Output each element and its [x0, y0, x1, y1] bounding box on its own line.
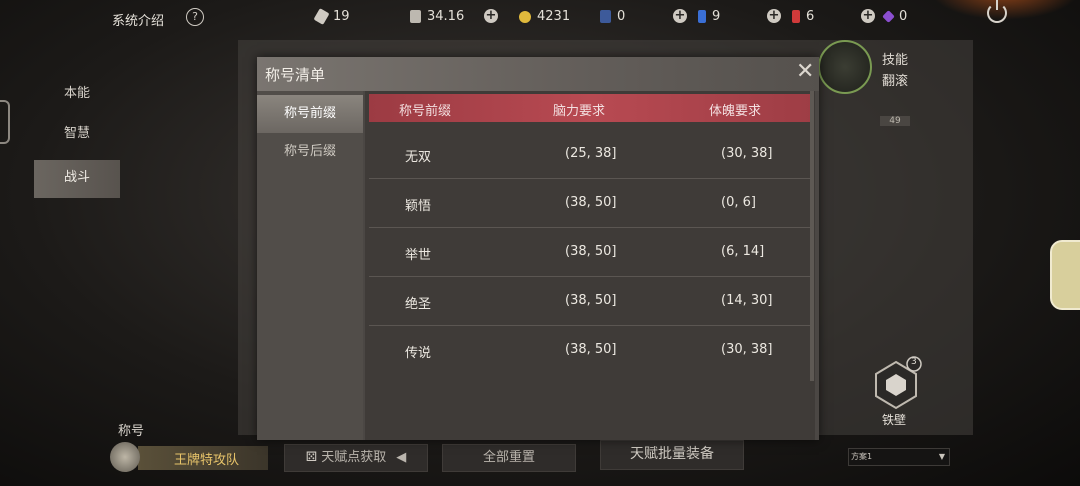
close-icon[interactable]: ✕ [796, 61, 814, 83]
card-icon [600, 10, 611, 23]
dialog-title: 称号清单 [265, 66, 326, 84]
gold-coin-icon [519, 10, 531, 23]
resource-card: 0 [600, 9, 625, 24]
title-crest-icon [110, 442, 140, 472]
add-ammo-button[interactable]: + [484, 9, 498, 23]
skill-info: 技能 翻滚 [882, 50, 908, 92]
title-name: 绝圣 [405, 297, 432, 312]
purple-crystal-icon [882, 10, 895, 23]
body-requirement: (6, 14] [721, 244, 765, 259]
nav-item-wisdom[interactable]: 智慧 [34, 120, 120, 156]
shield-hex-icon [875, 356, 922, 410]
shield-badge: 3 [911, 357, 917, 367]
scheme-select[interactable]: 方案1 [848, 448, 950, 466]
brain-requirement: (38, 50] [565, 342, 617, 357]
side-drawer-handle[interactable] [0, 100, 10, 144]
tab-prefix[interactable]: 称号前缀 [257, 95, 363, 133]
dice-icon: ⚄ [305, 450, 322, 465]
system-intro-label[interactable]: 系统介绍 [112, 10, 164, 29]
title-name: 传说 [405, 346, 432, 361]
red-potion-icon [792, 10, 800, 23]
power-icon[interactable] [987, 0, 1007, 23]
column-header-prefix: 称号前缀 [399, 104, 452, 119]
table-header: 称号前缀 脑力要求 体魄要求 [369, 94, 813, 122]
dialog-header: 称号清单 ✕ [257, 57, 819, 91]
resource-fuel: 19 [313, 8, 350, 25]
category-nav: 本能 智慧 战斗 [34, 80, 120, 202]
shield-skill-name: 铁壁 [882, 413, 907, 427]
column-header-brain: 脑力要求 [553, 104, 606, 119]
brain-requirement: (38, 50] [565, 244, 617, 259]
current-title-value: 王牌特攻队 [174, 453, 240, 468]
shield-skill[interactable]: 3 铁壁 [866, 356, 926, 427]
current-title[interactable]: 王牌特攻队 [138, 446, 268, 470]
body-requirement: (0, 6] [721, 195, 756, 210]
batch-equip-button[interactable]: 天赋批量装备 [600, 440, 744, 470]
floating-assistant-button[interactable] [1050, 240, 1080, 310]
add-card-button[interactable]: + [673, 9, 687, 23]
title-table: 称号前缀 脑力要求 体魄要求 无双 (25, 38] (30, 38] 颖悟 (… [365, 91, 815, 440]
add-blue-potion-button[interactable]: + [767, 9, 781, 23]
reset-all-button[interactable]: 全部重置 [442, 444, 576, 472]
blue-potion-icon [698, 10, 706, 23]
skill-name: 翻滚 [882, 74, 909, 89]
title-name: 颖悟 [405, 199, 432, 214]
level-indicator: 49 [880, 116, 910, 126]
fuel-icon [313, 8, 330, 25]
table-row[interactable]: 绝圣 (38, 50] (14, 30] [369, 278, 813, 326]
help-icon[interactable]: ? [186, 8, 204, 26]
resource-purple-crystal: 0 [882, 9, 907, 24]
resource-gold: 4231 [519, 9, 570, 24]
body-requirement: (14, 30] [721, 293, 773, 308]
arrow-left-icon: ◀ [396, 450, 407, 465]
dialog-tab-list: 称号前缀 称号后缀 [257, 91, 363, 440]
resource-blue-potion: 9 [698, 9, 720, 24]
title-name: 举世 [405, 248, 432, 263]
brain-requirement: (38, 50] [565, 293, 617, 308]
skill-title: 技能 [882, 53, 909, 68]
title-name: 无双 [405, 150, 432, 165]
add-red-potion-button[interactable]: + [861, 9, 875, 23]
body-requirement: (30, 38] [721, 342, 773, 357]
table-scrollbar[interactable] [810, 91, 814, 381]
table-row[interactable]: 无双 (25, 38] (30, 38] [369, 131, 813, 179]
get-talent-points-button[interactable]: ⚄ 天赋点获取 ◀ [284, 444, 428, 472]
resource-red-potion: 6 [792, 9, 814, 24]
title-label: 称号 [118, 424, 145, 439]
tab-suffix[interactable]: 称号后缀 [257, 133, 363, 171]
brain-requirement: (38, 50] [565, 195, 617, 210]
brain-requirement: (25, 38] [565, 146, 617, 161]
nav-item-instinct[interactable]: 本能 [34, 80, 120, 116]
resource-ammo: 34.16 [410, 9, 464, 24]
title-list-dialog: 称号清单 ✕ 称号前缀 称号后缀 称号前缀 脑力要求 体魄要求 无双 (25, … [257, 57, 819, 440]
resource-bar: 系统介绍 ? 19 34.16 + 4231 0 + 9 + 6 + 0 [0, 0, 1080, 36]
table-row[interactable]: 举世 (38, 50] (6, 14] [369, 229, 813, 277]
skill-roll-icon[interactable] [818, 40, 872, 94]
table-row[interactable]: 传说 (38, 50] (30, 38] [369, 327, 813, 374]
table-row[interactable]: 颖悟 (38, 50] (0, 6] [369, 180, 813, 228]
body-requirement: (30, 38] [721, 146, 773, 161]
ammo-icon [410, 10, 421, 23]
column-header-body: 体魄要求 [709, 104, 762, 119]
nav-item-combat[interactable]: 战斗 [34, 160, 120, 198]
